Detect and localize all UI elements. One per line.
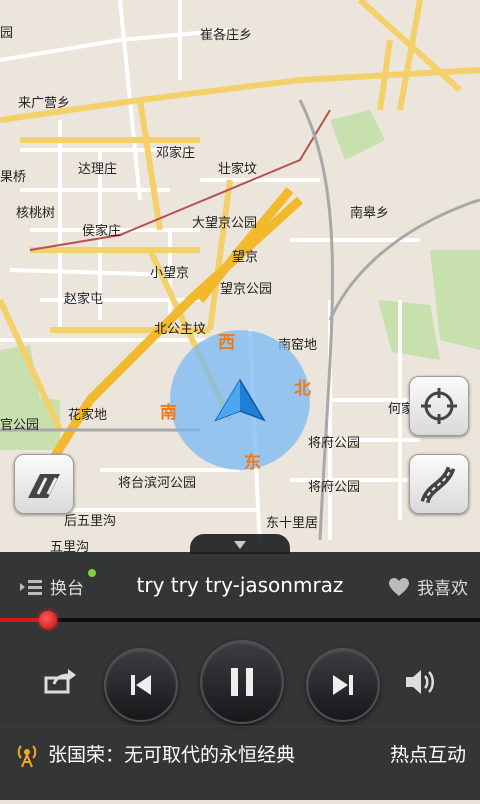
direction-west: 西 bbox=[218, 333, 235, 353]
next-button[interactable] bbox=[306, 648, 380, 722]
map-place: 邓家庄 bbox=[156, 146, 196, 161]
pause-icon bbox=[231, 668, 253, 696]
map-place: 官公园 bbox=[0, 418, 40, 433]
pause-button[interactable] bbox=[200, 640, 284, 724]
heart-icon bbox=[389, 577, 409, 596]
map-place: 核桃树 bbox=[16, 206, 56, 221]
panel-divider bbox=[0, 726, 480, 727]
music-player-panel: 换台 try try try-jasonmraz 我喜欢 张国荣：无可取代的永恒… bbox=[0, 552, 480, 800]
map-place: 小望京 bbox=[150, 266, 190, 281]
map-place: 园 bbox=[0, 26, 14, 41]
route-button[interactable] bbox=[409, 454, 469, 514]
location-arrow-icon bbox=[214, 378, 266, 424]
map-place: 来广营乡 bbox=[18, 96, 71, 111]
crosshair-icon bbox=[421, 388, 457, 424]
map-place: 东十里居 bbox=[266, 516, 319, 531]
traffic-button[interactable] bbox=[14, 454, 74, 514]
progress-bar[interactable] bbox=[0, 618, 480, 622]
map-place: 南皋乡 bbox=[350, 206, 390, 221]
news-ticker[interactable]: 张国荣：无可取代的永恒经典 热点互动 bbox=[0, 734, 480, 774]
map-place: 将府公园 bbox=[308, 480, 361, 495]
skip-previous-icon bbox=[131, 675, 151, 695]
share-icon bbox=[44, 669, 76, 694]
map-place: 望京公园 bbox=[220, 282, 273, 297]
volume-button[interactable] bbox=[404, 668, 436, 696]
direction-south: 南 bbox=[160, 403, 177, 423]
ticker-text: 张国荣：无可取代的永恒经典 bbox=[48, 744, 296, 766]
previous-button[interactable] bbox=[104, 648, 178, 722]
like-button[interactable]: 我喜欢 bbox=[388, 574, 468, 599]
direction-east: 东 bbox=[244, 453, 261, 473]
map-place: 达理庄 bbox=[78, 162, 118, 177]
direction-north: 北 bbox=[294, 379, 311, 399]
map-place: 大望京公园 bbox=[192, 216, 258, 231]
broadcast-icon bbox=[17, 745, 37, 768]
map-place: 望京 bbox=[232, 250, 259, 265]
map-place: 后五里沟 bbox=[64, 514, 117, 529]
locate-button[interactable] bbox=[409, 376, 469, 436]
map-place: 果桥 bbox=[0, 170, 27, 185]
player-header: 换台 try try try-jasonmraz 我喜欢 bbox=[0, 564, 480, 604]
like-label: 我喜欢 bbox=[417, 579, 468, 599]
share-button[interactable] bbox=[44, 668, 78, 696]
hot-interaction-link[interactable]: 热点互动 bbox=[390, 740, 466, 767]
map-place: 崔各庄乡 bbox=[200, 28, 253, 43]
map-place: 壮家坟 bbox=[218, 162, 258, 177]
map-place: 侯家庄 bbox=[82, 224, 122, 239]
chevron-down-icon bbox=[234, 541, 246, 549]
traffic-road-icon bbox=[28, 474, 60, 498]
map-place: 将府公园 bbox=[308, 436, 361, 451]
map-place: 将台滨河公园 bbox=[118, 476, 197, 491]
progress-knob[interactable] bbox=[39, 611, 57, 629]
map-place: 花家地 bbox=[68, 408, 108, 423]
skip-next-icon bbox=[333, 675, 353, 695]
volume-icon bbox=[406, 670, 434, 694]
collapse-handle[interactable] bbox=[190, 534, 290, 554]
map-place: 赵家屯 bbox=[64, 292, 104, 307]
road-icon bbox=[420, 466, 456, 504]
map-place: 北公主坟 bbox=[154, 322, 207, 337]
